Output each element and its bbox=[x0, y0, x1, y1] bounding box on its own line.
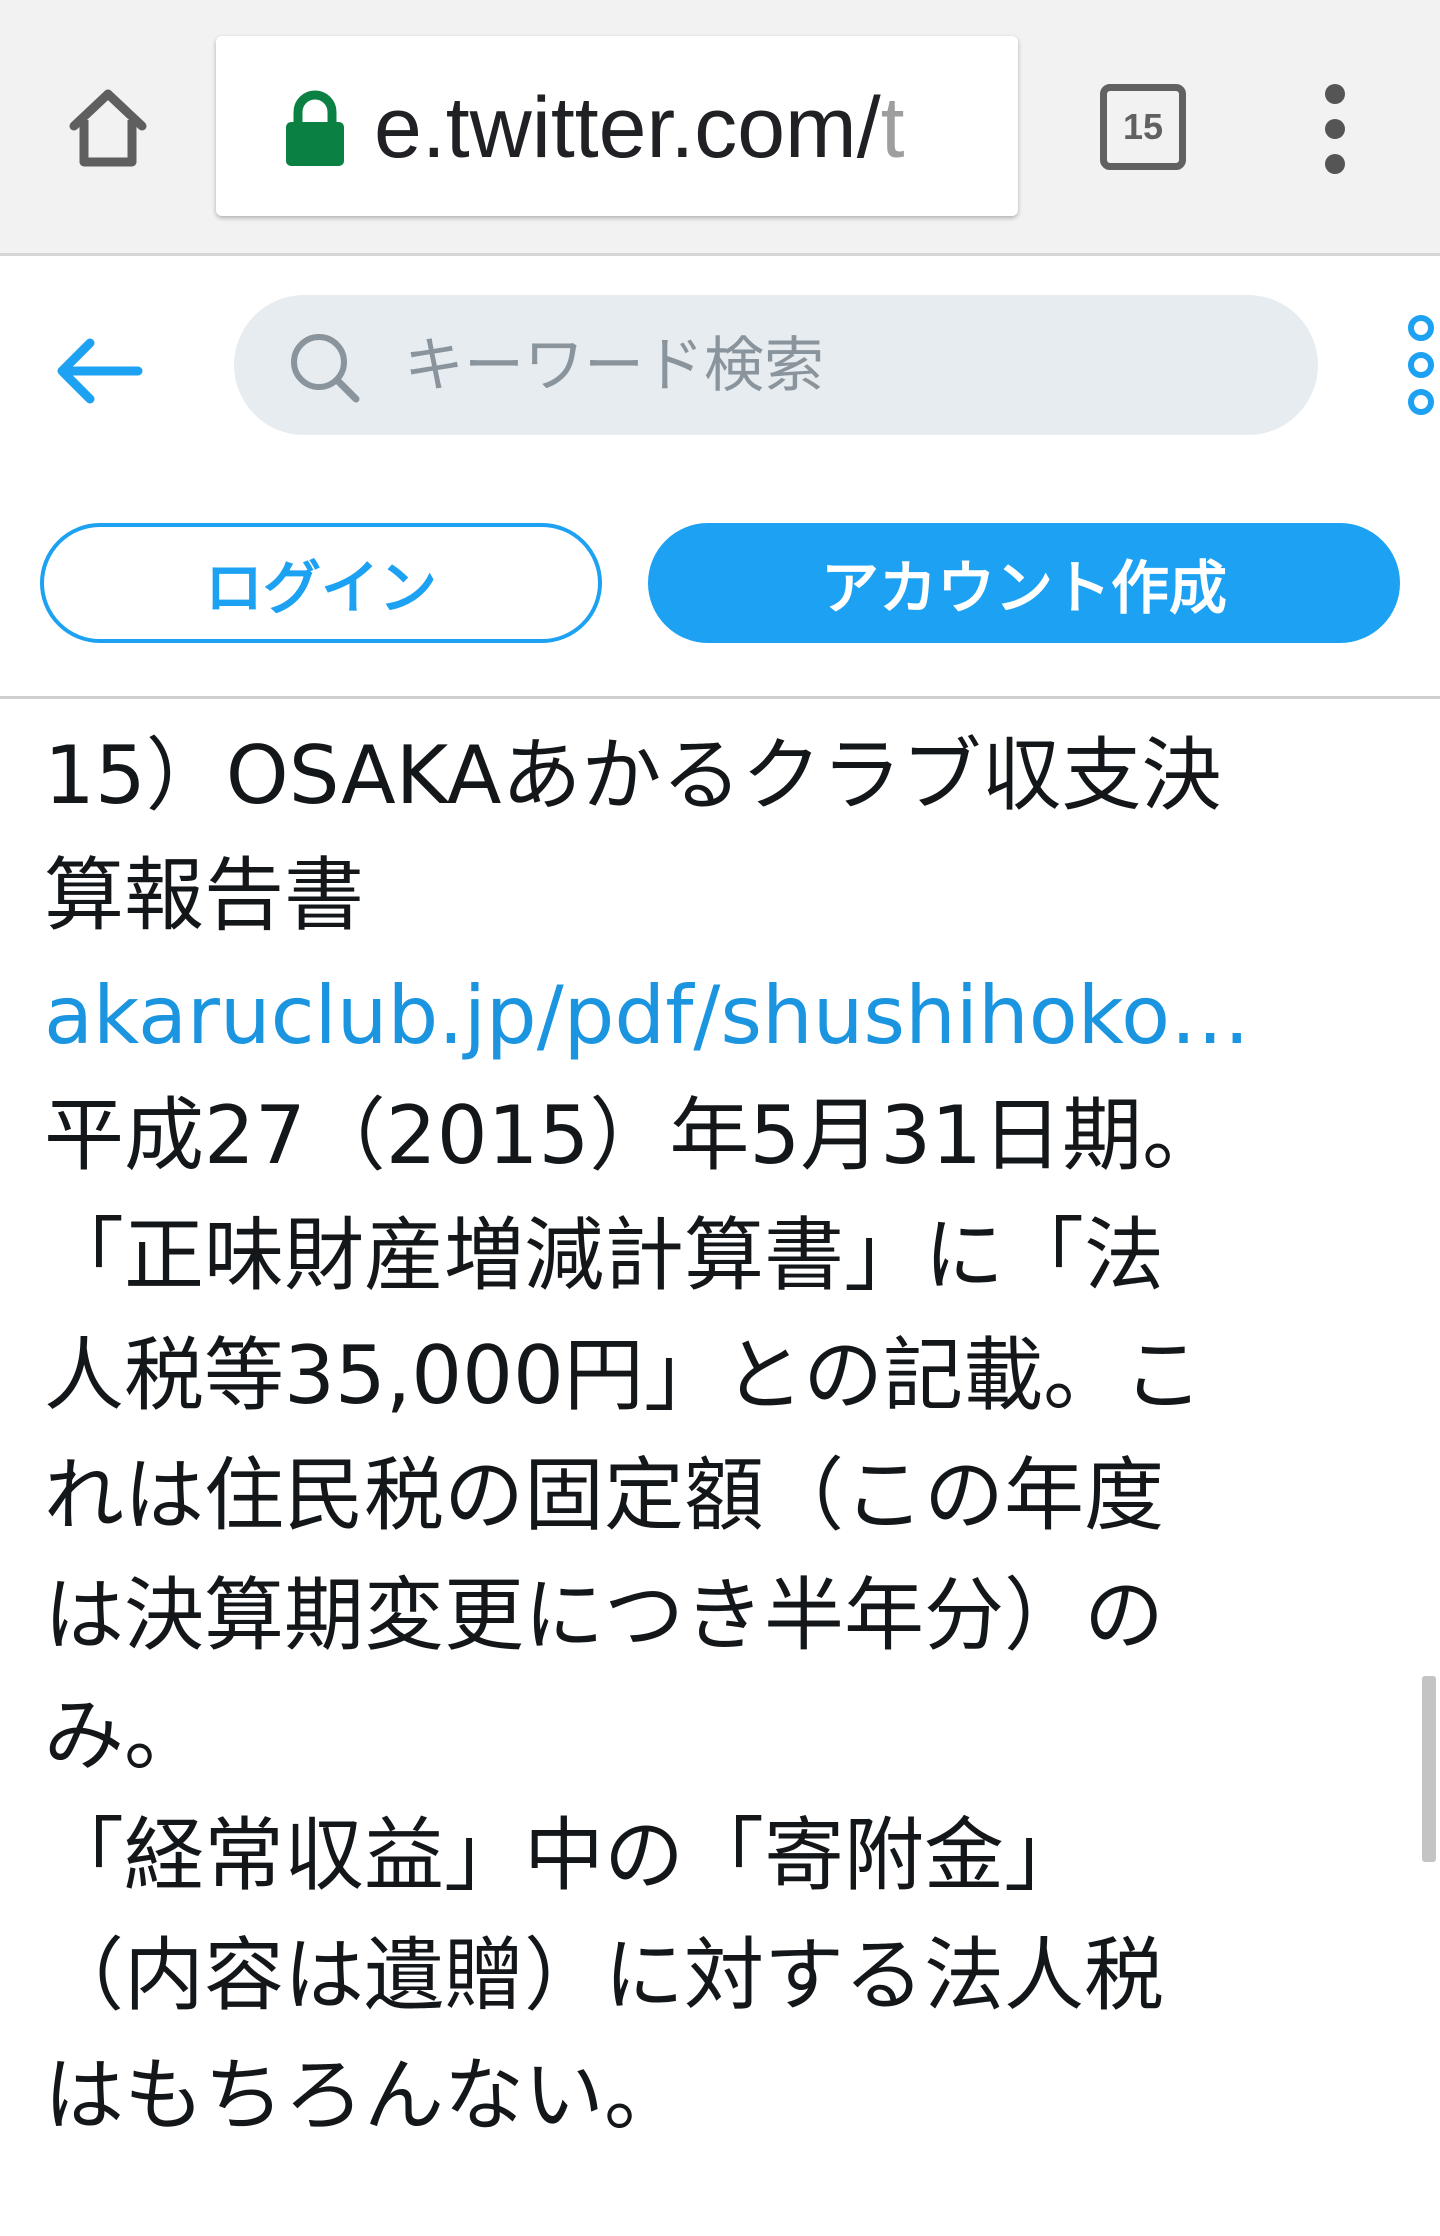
tab-switcher-icon[interactable]: 15 bbox=[1100, 84, 1186, 170]
more-dot bbox=[1408, 315, 1434, 341]
menu-dot bbox=[1325, 119, 1345, 139]
browser-toolbar: e.twitter.com/t 15 bbox=[0, 0, 1440, 256]
url-text: e.twitter.com/t bbox=[374, 78, 905, 178]
tweet-line: 算報告書 bbox=[44, 849, 364, 942]
url-rest: t bbox=[880, 80, 905, 176]
url-main: e.twitter.com/ bbox=[374, 80, 881, 176]
menu-dot bbox=[1325, 84, 1345, 104]
lock-icon bbox=[286, 90, 344, 166]
signup-button[interactable]: アカウント作成 bbox=[648, 523, 1400, 643]
home-button[interactable] bbox=[58, 78, 158, 178]
tweet-line: れは住民税の固定額（この年度 bbox=[44, 1449, 1164, 1542]
tweet-line: 「経常収益」中の「寄附金」 bbox=[44, 1809, 1084, 1902]
tweet-link[interactable]: akaruclub.jp/pdf/shushihoko… bbox=[44, 956, 1404, 1076]
login-button[interactable]: ログイン bbox=[40, 523, 602, 643]
home-icon bbox=[69, 89, 147, 167]
tweet-line: 「正味財産増減計算書」に「法 bbox=[44, 1209, 1164, 1302]
arrow-left-icon bbox=[57, 338, 143, 404]
more-vert-icon[interactable] bbox=[1300, 84, 1370, 174]
more-dot bbox=[1408, 389, 1434, 415]
tweet-line: は決算期変更につき半年分）の bbox=[44, 1569, 1164, 1662]
more-dots-icon[interactable] bbox=[1402, 315, 1440, 415]
search-input[interactable]: キーワード検索 bbox=[234, 295, 1318, 435]
tweet-line: （内容は遺贈）に対する法人税 bbox=[44, 1929, 1164, 2022]
twitter-header: キーワード検索 ログイン アカウント作成 bbox=[0, 259, 1440, 699]
back-button[interactable] bbox=[50, 321, 150, 421]
tab-count: 15 bbox=[1122, 106, 1164, 147]
tweet-line: はもちろんない。 bbox=[44, 2049, 684, 2142]
more-dot bbox=[1408, 352, 1434, 378]
tweet-text: 15）OSAKAあかるクラブ収支決 算報告書 akaruclub.jp/pdf/… bbox=[44, 716, 1404, 2156]
tweet-line: 平成27（2015）年5月31日期。 bbox=[44, 1089, 1223, 1182]
tweet-line: み。 bbox=[44, 1689, 204, 1782]
address-bar[interactable]: e.twitter.com/t bbox=[216, 36, 1018, 216]
search-icon bbox=[291, 334, 360, 403]
search-placeholder: キーワード検索 bbox=[404, 331, 824, 401]
scrollbar[interactable] bbox=[1422, 1676, 1436, 1862]
menu-dot bbox=[1325, 154, 1345, 174]
tweet-line: 15）OSAKAあかるクラブ収支決 bbox=[44, 729, 1222, 822]
tweet-line: 人税等35,000円」との記載。こ bbox=[44, 1329, 1204, 1422]
